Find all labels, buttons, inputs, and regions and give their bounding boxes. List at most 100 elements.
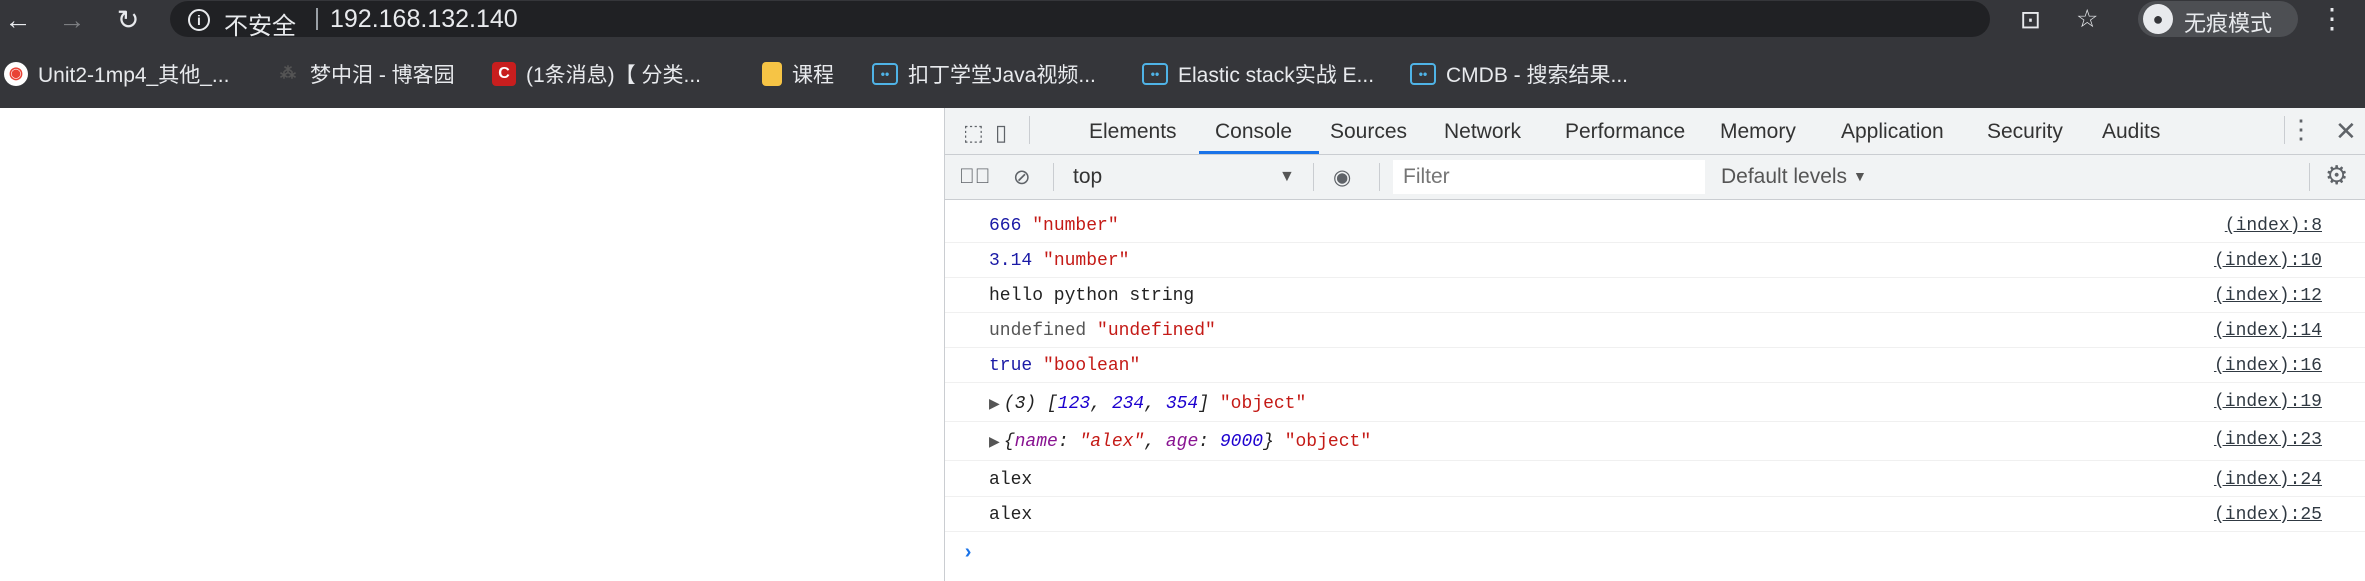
source-link[interactable]: (index):24 — [2214, 470, 2322, 490]
source-link[interactable]: (index):8 — [2225, 216, 2322, 236]
console-message: ▶ (3) [123, 234, 354] "object" — [989, 394, 1307, 414]
console-row: hello python string (index):12 — [945, 278, 2365, 313]
console-message: ▶ {name: "alex", age: 9000} "object" — [989, 432, 1372, 452]
bookmark-label: Unit2-1mp4_其他_... — [38, 64, 230, 87]
filter-input[interactable] — [1393, 160, 1705, 194]
info-icon[interactable]: i — [188, 9, 210, 31]
tab-network[interactable]: Network — [1444, 108, 1521, 154]
console-row: true "boolean" (index):16 — [945, 348, 2365, 383]
url-text[interactable]: 192.168.132.140 — [330, 5, 518, 34]
csdn-icon: C — [492, 62, 516, 86]
divider — [2284, 116, 2285, 144]
console-message: undefined "undefined" — [989, 321, 1216, 341]
sidebar-toggle-icon[interactable]: ▶⃞ — [959, 165, 991, 189]
console-row[interactable]: ▶ (3) [123, 234, 354] "object" (index):19 — [945, 384, 2365, 422]
bookmark-label: CMDB - 搜索结果... — [1446, 64, 1628, 87]
console-message: 3.14 "number" — [989, 251, 1130, 271]
inspect-element-icon[interactable]: ⬚ — [963, 120, 984, 146]
close-icon[interactable]: ✕ — [2335, 116, 2357, 147]
tab-performance[interactable]: Performance — [1565, 108, 1685, 154]
console-message: 666 "number" — [989, 216, 1119, 236]
source-link[interactable]: (index):23 — [2214, 430, 2322, 450]
divider — [316, 8, 318, 30]
console-row: 666 "number" (index):8 — [945, 208, 2365, 243]
incognito-label: 无痕模式 — [2184, 11, 2273, 36]
gear-icon[interactable]: ⚙ — [2325, 160, 2348, 191]
active-tab-indicator — [1199, 151, 1319, 154]
bookmark-item[interactable]: ◉ Unit2-1mp4_其他_... — [4, 56, 229, 92]
reload-icon[interactable]: ↻ — [112, 4, 144, 36]
chevron-down-icon[interactable]: ▼ — [1853, 168, 1867, 184]
tab-elements[interactable]: Elements — [1089, 108, 1177, 154]
address-row: ← → ↻ i 不安全 192.168.132.140 ⊡ ☆ ● 无痕模式 ⋮ — [0, 0, 2365, 40]
source-link[interactable]: (index):14 — [2214, 321, 2322, 341]
browser-menu-icon[interactable]: ⋮ — [2318, 2, 2346, 35]
bookmark-item[interactable]: •• CMDB - 搜索结果... — [1410, 56, 1628, 92]
bilibili-icon: •• — [872, 63, 898, 85]
divider — [1379, 163, 1380, 191]
security-label[interactable]: 不安全 — [224, 6, 296, 41]
clear-console-icon[interactable]: ⊘ — [1013, 165, 1031, 190]
star-icon[interactable]: ☆ — [2076, 4, 2098, 34]
bookmark-item[interactable]: 课程 — [762, 56, 834, 92]
eye-icon[interactable]: ◉ — [1333, 165, 1351, 190]
source-link[interactable]: (index):10 — [2214, 251, 2322, 271]
console-row: 3.14 "number" (index):10 — [945, 243, 2365, 278]
source-link[interactable]: (index):16 — [2214, 356, 2322, 376]
translate-icon[interactable]: ⊡ — [2020, 5, 2041, 35]
context-selector[interactable]: top — [1073, 165, 1102, 189]
globe-icon: ◉ — [4, 62, 28, 86]
log-levels-dropdown[interactable]: Default levels — [1721, 165, 1847, 189]
console-toolbar: ▶⃞ ⊘ top ▼ ◉ Default levels ▼ ⚙ — [945, 155, 2365, 200]
omnibox[interactable]: i 不安全 192.168.132.140 ⊡ — [170, 1, 2041, 40]
console-row: undefined "undefined" (index):14 — [945, 313, 2365, 348]
console-row: alex (index):25 — [945, 497, 2365, 532]
incognito-icon: ● — [2143, 4, 2173, 34]
bookmark-item[interactable]: •• 扣丁学堂Java视频... — [872, 56, 1096, 92]
devtools-panel: ⬚ ▯ Elements Console Sources Network Per… — [944, 108, 2365, 581]
forward-arrow-icon[interactable]: → — [56, 4, 88, 36]
chevron-down-icon[interactable]: ▼ — [1279, 168, 1295, 186]
source-link[interactable]: (index):12 — [2214, 286, 2322, 306]
source-link[interactable]: (index):19 — [2214, 392, 2322, 412]
divider — [1053, 163, 1054, 191]
bookmark-label: 课程 — [792, 64, 834, 87]
divider — [2309, 163, 2310, 191]
console-message: alex — [989, 505, 1033, 525]
bookmarks-bar: ◉ Unit2-1mp4_其他_... ⁂ 梦中泪 - 博客园 C (1条消息)… — [0, 56, 2365, 92]
blog-icon: ⁂ — [280, 65, 296, 82]
device-toggle-icon[interactable]: ▯ — [995, 120, 1007, 146]
tab-security[interactable]: Security — [1987, 108, 2063, 154]
bookmark-label: 扣丁学堂Java视频... — [908, 64, 1096, 87]
bookmark-label: (1条消息)【 分类... — [526, 64, 702, 87]
incognito-badge[interactable]: ● 无痕模式 — [2138, 1, 2298, 37]
back-arrow-icon[interactable]: ← — [2, 4, 34, 36]
tab-sources[interactable]: Sources — [1330, 108, 1407, 154]
bookmark-item[interactable]: C (1条消息)【 分类... — [492, 56, 701, 92]
console-row: alex (index):24 — [945, 462, 2365, 497]
console-message: true "boolean" — [989, 356, 1141, 376]
prompt-chevron-icon: › — [962, 542, 975, 565]
console-message: hello python string — [989, 286, 1195, 306]
bilibili-icon: •• — [1142, 63, 1168, 85]
console-prompt-row[interactable]: › — [945, 532, 2365, 566]
bookmark-item[interactable]: ⁂ 梦中泪 - 博客园 — [276, 56, 455, 92]
source-link[interactable]: (index):25 — [2214, 505, 2322, 525]
bilibili-icon: •• — [1410, 63, 1436, 85]
devtools-tabbar: ⬚ ▯ Elements Console Sources Network Per… — [945, 108, 2365, 155]
devtools-menu-icon[interactable]: ⋮ — [2288, 114, 2314, 145]
divider — [1313, 163, 1314, 191]
tab-memory[interactable]: Memory — [1720, 108, 1796, 154]
tab-audits[interactable]: Audits — [2102, 108, 2160, 154]
tab-application[interactable]: Application — [1841, 108, 1944, 154]
divider — [1029, 116, 1030, 144]
expand-triangle-icon[interactable]: ▶ — [989, 435, 1000, 451]
console-message: alex — [989, 470, 1033, 490]
tab-console[interactable]: Console — [1215, 108, 1292, 154]
bookmark-label: 梦中泪 - 博客园 — [310, 64, 455, 87]
folder-icon — [762, 62, 782, 86]
console-row[interactable]: ▶ {name: "alex", age: 9000} "object" (ind… — [945, 422, 2365, 461]
expand-triangle-icon[interactable]: ▶ — [989, 397, 1000, 413]
bookmark-item[interactable]: •• Elastic stack实战 E... — [1142, 56, 1374, 92]
bookmark-label: Elastic stack实战 E... — [1178, 64, 1375, 87]
